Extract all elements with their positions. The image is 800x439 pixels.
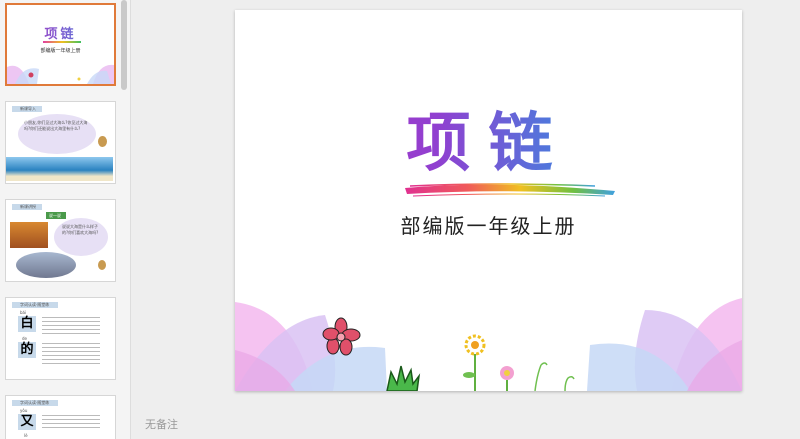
pinyin-label: yòu [20, 408, 28, 413]
character-notes [42, 412, 100, 430]
thumbnail-header: 新课讲授 [20, 204, 36, 209]
slide-decorations [235, 183, 742, 391]
sprout [534, 362, 548, 391]
thumbnail-text: 小朋友,你们见过大海么?你见过大海吗?你们还能说出大海里有什么? [24, 120, 88, 131]
slide-thumbnail-4[interactable]: 字词认读·随堂练 bái 白 de 的 [5, 297, 116, 380]
character-notes [42, 314, 100, 334]
thumbnail-petals-decoration [7, 64, 114, 84]
yellow-flower [463, 334, 486, 391]
character-card: 白 [18, 316, 36, 332]
thumbnail-header: 新课导入 [20, 106, 36, 111]
thumbnail-header: 字词认读·随堂练 [20, 302, 50, 307]
character-notes [42, 340, 100, 364]
pinyin-label: lè [24, 433, 28, 438]
photo-1 [10, 222, 48, 248]
tag-label: 说一说 [49, 213, 61, 218]
cartoon-character [98, 260, 106, 270]
slide-thumbnail-5[interactable]: 字词认读·随堂练 yòu 又 lè [5, 395, 116, 439]
notes-placeholder[interactable]: 无备注 [145, 416, 178, 432]
thumbnail-text: 说说大海是什么样子的?你们喜欢大海吗? [62, 224, 99, 235]
slide-canvas[interactable]: 项链 部编版一年级上册 [235, 10, 742, 391]
slide-subtitle: 部编版一年级上册 [400, 214, 577, 238]
character-card: 又 [18, 414, 36, 430]
slide-thumbnail-3[interactable]: 新课讲授 说一说 说说大海是什么样子的?你们喜欢大海吗? [5, 199, 116, 282]
character-card: 的 [18, 342, 36, 358]
pinyin-label: bái [20, 310, 27, 315]
pinyin-label: de [22, 336, 27, 341]
cartoon-character [98, 136, 107, 147]
photo-2 [16, 252, 76, 278]
panel-scrollbar[interactable] [121, 0, 127, 90]
slide-thumbnail-panel: 项链 部编版一年级上册 新课导入 小朋友,你们见过大海么?你见过大海吗?你们还能… [0, 0, 131, 439]
slide-thumbnail-1[interactable]: 项链 部编版一年级上册 [5, 3, 116, 86]
sea-image [6, 157, 113, 181]
pink-flower [500, 366, 514, 391]
sprout [564, 375, 575, 391]
grass [386, 365, 421, 391]
slide-thumbnail-2[interactable]: 新课导入 小朋友,你们见过大海么?你见过大海吗?你们还能说出大海里有什么? [5, 101, 116, 184]
thumbnail-header: 字词认读·随堂练 [20, 400, 50, 405]
